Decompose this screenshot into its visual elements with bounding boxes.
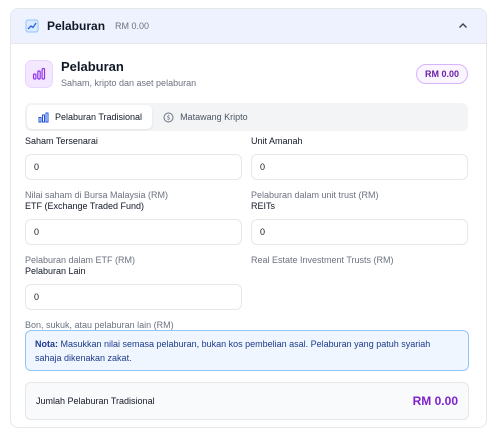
total-label: Jumlah Pelaburan Tradisional xyxy=(36,396,155,406)
unit-amanah-label: Unit Amanah xyxy=(251,136,303,146)
tab-traditional[interactable]: Pelaburan Tradisional xyxy=(27,105,153,129)
svg-text:$: $ xyxy=(166,114,170,121)
bar-chart-icon xyxy=(37,111,49,123)
header-title: Pelaburan xyxy=(47,19,106,33)
pelaburan-lain-input[interactable] xyxy=(25,284,242,310)
section-total-badge: RM 0.00 xyxy=(415,64,468,84)
investment-tabs: Pelaburan Tradisional $ Matawang Kripto xyxy=(25,103,468,131)
field-etf: ETF (Exchange Traded Fund) Pelaburan dal… xyxy=(25,200,242,266)
field-pelaburan-lain: Pelaburan Lain Bon, sukuk, atau pelabura… xyxy=(25,265,242,331)
section-heading: Pelaburan Saham, kripto dan aset pelabur… xyxy=(25,56,468,92)
note-text: Masukkan nilai semasa pelaburan, bukan k… xyxy=(35,339,431,363)
reits-input[interactable] xyxy=(251,219,468,245)
chart-trend-icon xyxy=(25,19,39,33)
saham-label: Saham Tersenarai xyxy=(25,136,98,146)
note-prefix: Nota: xyxy=(35,339,58,349)
pelaburan-lain-label: Pelaburan Lain xyxy=(25,266,86,276)
header-amount: RM 0.00 xyxy=(115,21,150,31)
field-saham: Saham Tersenarai Nilai saham di Bursa Ma… xyxy=(25,135,242,201)
section-subtitle: Saham, kripto dan aset pelaburan xyxy=(61,78,197,88)
investment-card: Pelaburan RM 0.00 Pelaburan Saham, kript… xyxy=(10,8,487,428)
section-title: Pelaburan xyxy=(61,59,124,74)
tab-traditional-label: Pelaburan Tradisional xyxy=(55,112,143,122)
field-unit-amanah: Unit Amanah Pelaburan dalam unit trust (… xyxy=(251,135,468,201)
tab-crypto[interactable]: $ Matawang Kripto xyxy=(152,105,258,129)
coin-icon: $ xyxy=(162,111,174,123)
chevron-up-icon[interactable] xyxy=(454,17,472,35)
saham-input[interactable] xyxy=(25,154,242,180)
field-reits: REITs Real Estate Investment Trusts (RM) xyxy=(251,200,468,266)
total-row: Jumlah Pelaburan Tradisional RM 0.00 xyxy=(25,382,469,420)
total-value: RM 0.00 xyxy=(412,394,458,408)
bar-chart-icon xyxy=(25,60,53,88)
tab-crypto-label: Matawang Kripto xyxy=(180,112,248,122)
reits-help: Real Estate Investment Trusts (RM) xyxy=(251,255,394,265)
reits-label: REITs xyxy=(251,201,276,211)
card-header[interactable]: Pelaburan RM 0.00 xyxy=(11,9,486,44)
etf-label: ETF (Exchange Traded Fund) xyxy=(25,201,145,211)
info-note: Nota: Masukkan nilai semasa pelaburan, b… xyxy=(25,330,469,371)
etf-input[interactable] xyxy=(25,219,242,245)
unit-amanah-input[interactable] xyxy=(251,154,468,180)
